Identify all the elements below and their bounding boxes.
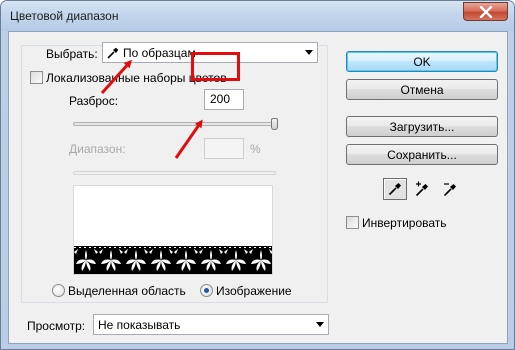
close-icon (479, 5, 492, 18)
eyedropper-minus-tool[interactable] (439, 178, 463, 200)
eyedropper-plus-icon (415, 181, 428, 197)
radio-image-label: Изображение (216, 284, 292, 298)
color-range-dialog: Цветовой диапазон Выбрать: По образцам Л… (0, 0, 515, 350)
preview-value: Не показывать (98, 317, 181, 332)
select-value: По образцам (123, 45, 196, 60)
preview-pattern (74, 246, 272, 274)
chevron-down-icon (301, 43, 317, 62)
range-input[interactable] (204, 138, 244, 159)
leaf-pattern (74, 247, 272, 271)
select-label: Выбрать: (46, 47, 98, 61)
preview-image (73, 185, 273, 275)
invert-label: Инвертировать (362, 216, 447, 230)
preview-dropdown[interactable]: Не показывать (93, 314, 329, 335)
fuzziness-slider[interactable] (73, 122, 276, 126)
eyedropper-minus-icon (443, 183, 456, 197)
close-button[interactable] (463, 2, 508, 21)
ok-button[interactable]: OK (346, 51, 498, 72)
range-label: Диапазон: (69, 142, 126, 156)
chevron-down-icon (312, 315, 328, 334)
fuzziness-input[interactable]: 200 (204, 89, 244, 110)
eyedropper-tool[interactable] (383, 178, 407, 200)
preview-label: Просмотр: (27, 319, 86, 333)
eyedropper-plus-tool[interactable] (411, 178, 435, 200)
dialog-body: Выбрать: По образцам Локализованные набо… (8, 31, 508, 344)
title-bar[interactable]: Цветовой диапазон (1, 1, 514, 31)
range-unit: % (250, 142, 261, 156)
eyedropper-icon (388, 183, 401, 196)
save-button[interactable]: Сохранить... (346, 144, 498, 165)
fuzziness-slider-thumb[interactable] (271, 118, 278, 130)
load-button[interactable]: Загрузить... (346, 116, 498, 137)
annotation-highlight-box (191, 52, 240, 81)
window-title: Цветовой диапазон (10, 9, 119, 23)
fuzziness-label: Разброс: (69, 94, 119, 108)
radio-selection[interactable] (52, 284, 65, 297)
localized-checkbox[interactable] (30, 71, 43, 84)
cancel-button[interactable]: Отмена (346, 79, 498, 100)
eyedropper-icon (107, 47, 119, 59)
radio-image[interactable] (200, 284, 213, 297)
radio-selection-label: Выделенная область (68, 284, 186, 298)
range-slider[interactable] (73, 171, 276, 175)
invert-checkbox[interactable] (346, 216, 359, 229)
